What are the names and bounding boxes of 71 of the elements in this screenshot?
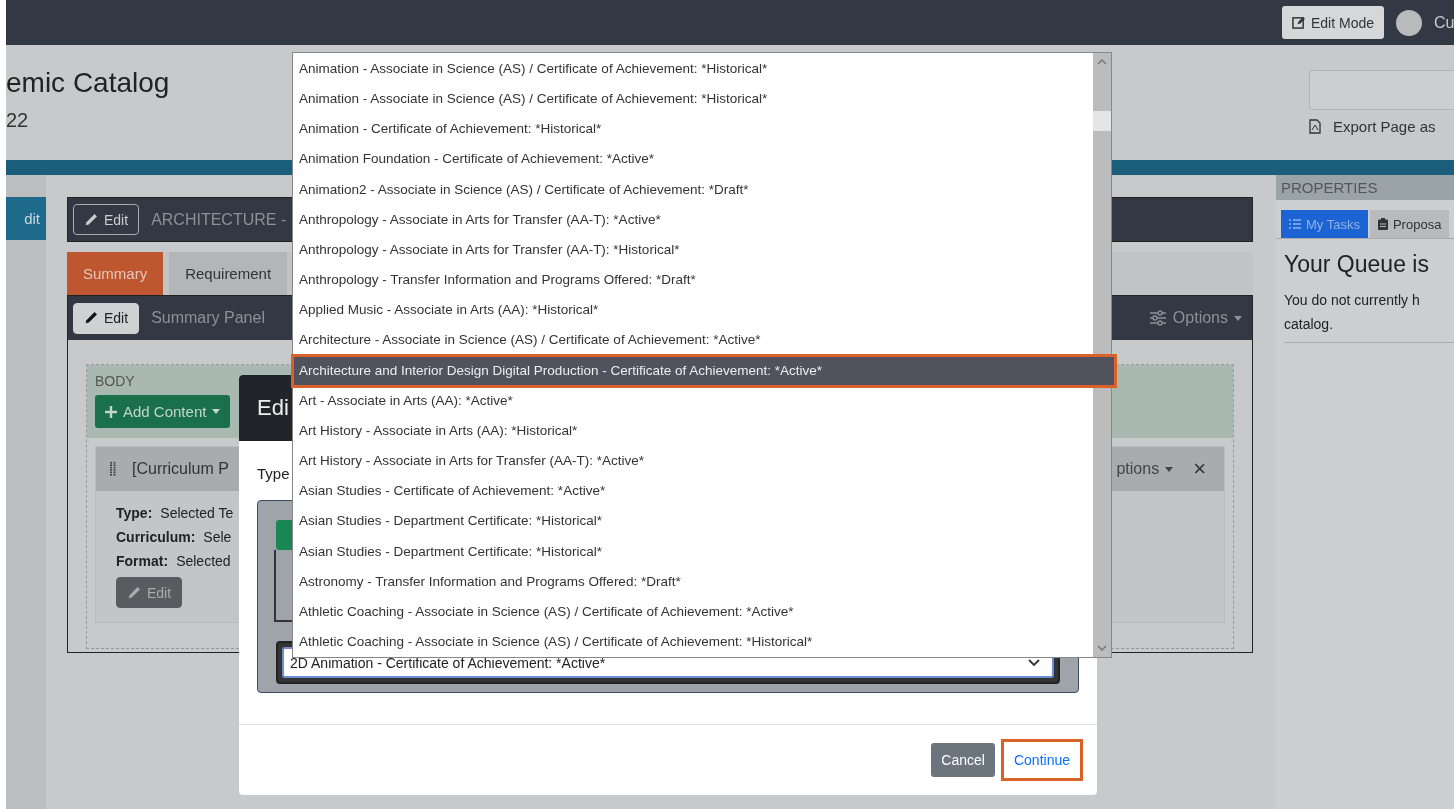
queue-text: You do not currently h <box>1284 291 1421 310</box>
pdf-file-icon <box>1309 119 1321 134</box>
dropdown-option[interactable]: Asian Studies - Department Certificate: *Historical* <box>293 506 1093 537</box>
edit-button[interactable]: dit <box>6 197 46 240</box>
continue-button[interactable]: Continue <box>1000 739 1083 781</box>
pencil-icon <box>84 212 98 227</box>
field-value: Selected <box>176 553 231 569</box>
dropdown-option[interactable]: Animation2 - Associate in Science (AS) / Certificate of Achievement: *Draft* <box>293 174 1093 205</box>
add-content-button[interactable]: Add Content <box>95 395 231 428</box>
field-label: Type: <box>116 505 153 521</box>
clipboard-icon <box>1377 218 1388 230</box>
queue-text: catalog. <box>1284 315 1335 334</box>
caret-icon <box>212 409 221 414</box>
dropdown-option[interactable]: Athletic Coaching - Associate in Science (AS) / Certificate of Achievement: *Active* <box>293 596 1093 627</box>
cancel-button[interactable]: Cancel <box>931 743 995 777</box>
edit-button[interactable]: Edit <box>73 204 140 235</box>
close-icon[interactable]: × <box>1193 456 1206 482</box>
program-title: ARCHITECTURE - <box>151 210 287 229</box>
dropdown-option[interactable]: Astronomy - Transfer Information and Programs Offered: *Draft* <box>293 566 1093 597</box>
page-title: emic Catalog <box>6 67 170 99</box>
chevron-down-icon <box>1028 658 1040 667</box>
list-icon <box>1289 219 1301 229</box>
avatar-icon[interactable] <box>1396 9 1422 36</box>
pencil-icon <box>84 311 98 325</box>
zone-label: BODY <box>95 373 136 389</box>
dropdown-option[interactable]: Art - Associate in Arts (AA): *Active* <box>293 385 1093 416</box>
dropdown-option[interactable]: Art History - Associate in Arts (AA): *Historical* <box>293 415 1093 447</box>
dropdown-option[interactable]: Anthropology - Associate in Arts for Transfer (AA-T): *Active* <box>293 204 1093 235</box>
dropdown-option[interactable]: Art History - Associate in Arts for Transfer (AA-T): *Active* <box>293 446 1093 477</box>
tab[interactable]: Requirement <box>169 252 288 295</box>
field-value: Selected Te <box>160 505 234 521</box>
pencil-icon <box>127 585 141 600</box>
dropdown-option[interactable]: Animation - Associate in Science (AS) / Certificate of Achievement: *Historical* <box>293 84 1093 115</box>
export-link[interactable]: Export Page as <box>1333 118 1436 135</box>
drag-handle-icon[interactable] <box>110 462 116 476</box>
options-menu[interactable]: ptions <box>1116 460 1160 478</box>
edit-button[interactable]: Edit <box>73 302 140 334</box>
field-label: Curriculum: <box>116 529 196 545</box>
dropdown-option[interactable]: Animation Foundation - Certificate of Achievement: *Active* <box>293 144 1093 175</box>
user-name[interactable]: Cu <box>1434 13 1454 32</box>
scroll-down-icon[interactable] <box>1097 644 1107 652</box>
panel-title: Summary Panel <box>151 309 265 327</box>
queue-heading: Your Queue is <box>1284 251 1430 278</box>
search-field[interactable] <box>1309 70 1454 110</box>
dropdown-option[interactable]: Architecture and Interior Design Digital Production - Certificate of Achievement: *Active* <box>293 355 1115 386</box>
properties-header: PROPERTIES <box>1276 175 1454 200</box>
plus-icon <box>105 405 117 418</box>
scroll-up-icon[interactable] <box>1097 58 1107 66</box>
scrollbar[interactable] <box>1093 53 1111 657</box>
page-subtitle: 22 <box>6 109 30 132</box>
tab[interactable]: Proposa <box>1369 210 1450 238</box>
options-menu[interactable]: Options <box>1172 309 1228 327</box>
dropdown-option[interactable]: Applied Music - Associate in Arts (AA): *Historical* <box>293 295 1093 326</box>
dialog-title: Edi <box>257 395 289 421</box>
sliders-icon <box>1148 310 1167 326</box>
dropdown-option[interactable]: Animation - Associate in Science (AS) / Certificate of Achievement: *Historical* <box>293 54 1093 85</box>
caret-icon <box>1165 466 1174 472</box>
dropdown-option[interactable]: Anthropology - Associate in Arts for Transfer (AA-T): *Historical* <box>293 234 1093 266</box>
field-value: Sele <box>203 529 232 545</box>
type-label: Type <box>257 465 291 482</box>
dropdown-option[interactable]: Anthropology - Transfer Information and Programs Offered: *Draft* <box>293 265 1093 296</box>
caret-icon <box>1234 315 1242 321</box>
card-title: [Curriculum P <box>132 460 229 478</box>
dropdown-option[interactable]: Architecture - Associate in Science (AS) / Certificate of Achievement: *Active* <box>293 325 1093 356</box>
edit-icon <box>1291 16 1305 29</box>
dropdown-option[interactable]: Animation - Certificate of Achievement: *Historical* <box>293 114 1093 145</box>
dropdown-option[interactable]: Asian Studies - Certificate of Achievement: *Active* <box>293 476 1093 507</box>
edit-mode-button[interactable]: Edit Mode <box>1281 6 1384 39</box>
scrollbar-thumb[interactable] <box>1093 111 1111 131</box>
dropdown-option[interactable]: Asian Studies - Department Certificate: *Historical* <box>293 536 1093 567</box>
field-label: Format: <box>116 553 169 569</box>
